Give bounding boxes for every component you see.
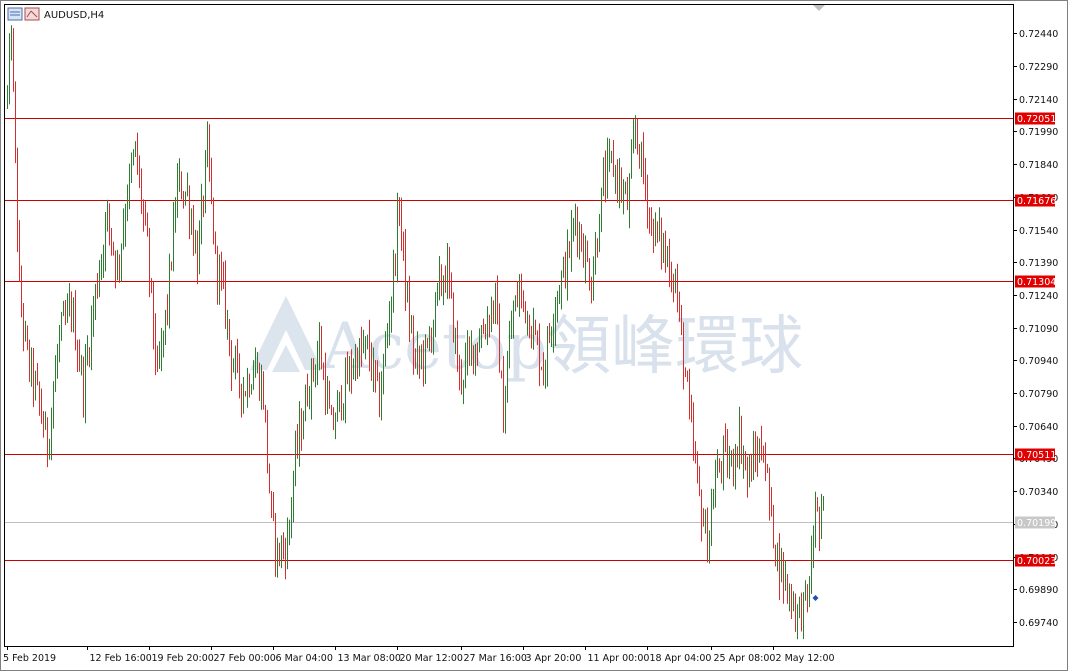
price-tick-label: 0.70640 <box>1019 422 1058 433</box>
price-tick-label: 0.70340 <box>1019 487 1058 498</box>
time-axis: 5 Feb 2019 12 Feb 16:00 19 Feb 20:00 27 Feb… <box>3 646 835 664</box>
symbol-properties-icon <box>24 7 40 21</box>
symbol-title-bar: AUDUSD,H4 <box>7 7 104 21</box>
price-tick-label: 0.72290 <box>1019 62 1058 73</box>
symbol-title: AUDUSD,H4 <box>44 10 104 21</box>
price-tick-label: 0.71240 <box>1019 291 1058 302</box>
price-tick-label: 0.71840 <box>1019 160 1058 171</box>
time-tick-label: 11 Apr 00:00 <box>588 653 650 664</box>
time-tick-label: 18 Apr 04:00 <box>650 653 712 664</box>
time-tick-label: 2 May 12:00 <box>776 653 835 664</box>
level-price-label: 0.71304 <box>1017 277 1056 288</box>
price-tick-label: 0.72440 <box>1019 29 1058 40</box>
level-labels: 0.72051 0.71676 0.71304 0.70511 0.70023 0.701… <box>1015 112 1056 567</box>
price-tick-label: 0.71540 <box>1019 226 1058 237</box>
time-tick-label: 6 Mar 04:00 <box>276 653 333 664</box>
time-tick-label: 13 Mar 08:00 <box>338 653 401 664</box>
level-price-label: 0.71676 <box>1017 196 1056 207</box>
time-tick-label: 20 Mar 12:00 <box>400 653 463 664</box>
time-tick-label: 5 Feb 2019 <box>3 653 56 664</box>
level-price-label: 0.70023 <box>1017 556 1056 567</box>
price-tick-label: 0.71090 <box>1019 324 1058 335</box>
price-tick-label: 0.69890 <box>1019 585 1058 596</box>
price-tick-label: 0.71390 <box>1019 258 1058 269</box>
chart-window-icon <box>7 7 23 21</box>
price-tick-label: 0.70940 <box>1019 356 1058 367</box>
watermark: Acetop領峰環球 <box>250 296 803 384</box>
level-price-label: 0.72051 <box>1017 114 1056 125</box>
price-tick-label: 0.71990 <box>1019 127 1058 138</box>
time-tick-label: 12 Feb 16:00 <box>90 653 152 664</box>
price-chart[interactable]: Acetop領峰環球 AUDUSD,H4 0.72440 0.72290 0.721… <box>0 0 1068 671</box>
price-tick-label: 0.72140 <box>1019 95 1058 106</box>
time-tick-label: 25 Apr 08:00 <box>714 653 776 664</box>
time-tick-label: 27 Mar 16:00 <box>464 653 527 664</box>
price-tick-label: 0.69740 <box>1019 618 1058 629</box>
time-tick-label: 19 Feb 20:00 <box>152 653 214 664</box>
bid-price-label: 0.70199 <box>1017 518 1056 529</box>
time-tick-label: 3 Apr 20:00 <box>526 653 582 664</box>
watermark-text: Acetop領峰環球 <box>321 310 803 384</box>
time-tick-label: 27 Feb 00:00 <box>214 653 276 664</box>
level-price-label: 0.70511 <box>1017 450 1056 461</box>
price-tick-label: 0.70790 <box>1019 389 1058 400</box>
